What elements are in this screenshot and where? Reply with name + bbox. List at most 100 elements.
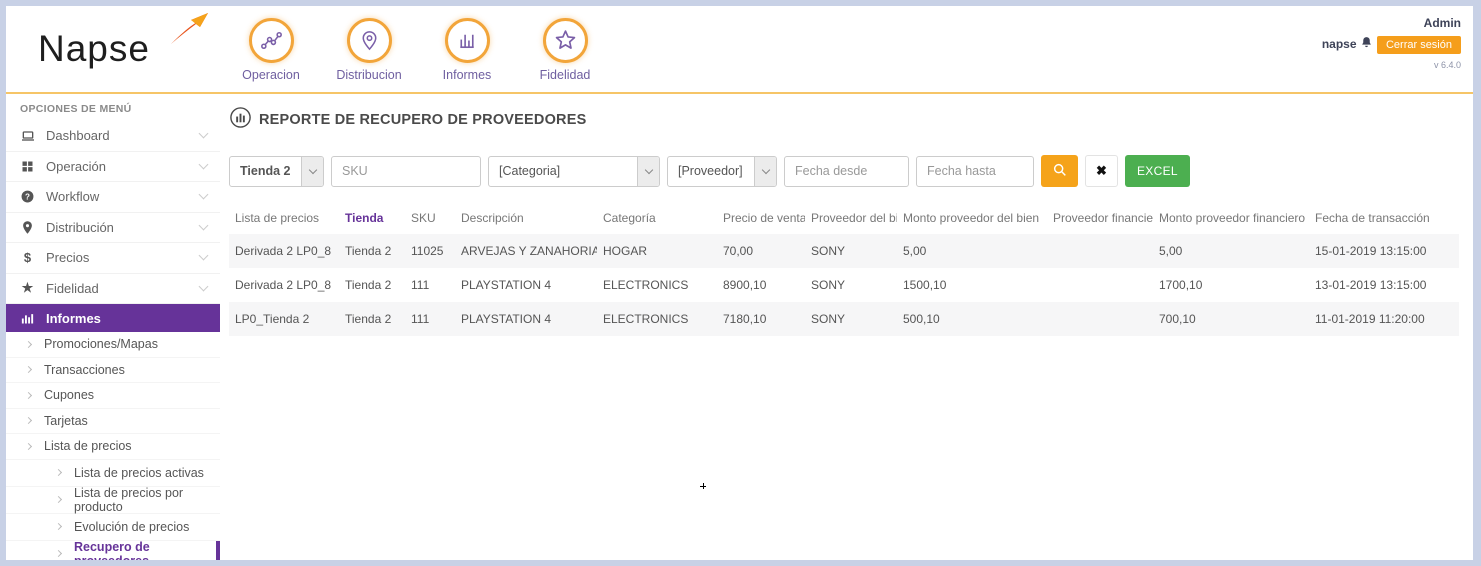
grid-icon	[19, 159, 36, 174]
chevron-down-icon	[198, 128, 209, 139]
sidebar-subitem-lista-de-precios-por-producto[interactable]: Lista de precios por producto	[6, 486, 220, 514]
sidebar-item-label: Informes	[46, 310, 101, 326]
col-proveedor-financiero[interactable]: Proveedor financiero	[1047, 204, 1153, 234]
logo-text: Napse	[38, 28, 150, 69]
location-pin-icon	[19, 220, 36, 235]
chevron-down-icon	[198, 220, 209, 231]
page-title: REPORTE DE RECUPERO DE PROVEEDORES	[259, 112, 587, 128]
category-select[interactable]: [Categoria]	[488, 155, 660, 187]
sku-input[interactable]	[331, 155, 481, 187]
search-button[interactable]	[1041, 155, 1078, 187]
store-select[interactable]: Tienda 2	[229, 155, 324, 187]
col-proveedor-del-bien[interactable]: Proveedor del bien	[805, 204, 897, 234]
excel-export-button[interactable]: EXCEL	[1125, 155, 1190, 187]
chevron-down-icon	[198, 189, 209, 200]
chevron-right-icon	[24, 417, 33, 425]
chevron-right-icon	[54, 522, 63, 531]
sidebar-item-fidelidad[interactable]: ★ Fidelidad	[6, 274, 220, 304]
col-categoria[interactable]: Categoría	[597, 204, 717, 234]
date-to-input[interactable]	[916, 155, 1034, 187]
chevron-right-icon	[24, 340, 33, 348]
chevron-right-icon	[24, 442, 33, 450]
col-monto-proveedor-financiero[interactable]: Monto proveedor financiero	[1153, 204, 1309, 234]
sidebar-item-label: Precios	[46, 250, 90, 266]
chevron-right-icon	[54, 468, 63, 477]
star-icon: ★	[21, 280, 34, 296]
app-window: Napse Operacion Distribucion Informes Fi…	[0, 0, 1481, 566]
nav-label: Fidelidad	[539, 68, 591, 82]
sidebar-item-operacion[interactable]: Operación	[6, 152, 220, 182]
laptop-icon	[19, 128, 36, 144]
logo-spark-icon	[169, 12, 209, 51]
nav-item-informes[interactable]: Informes	[425, 18, 509, 82]
bar-chart-icon	[444, 18, 490, 63]
col-lista-de-precios[interactable]: Lista de precios	[229, 204, 339, 234]
user-area: Admin napse Cerrar sesión v 6.4.0	[1322, 6, 1473, 70]
sidebar-subitem-lista-de-precios[interactable]: Lista de precios	[6, 434, 220, 460]
nav-item-fidelidad[interactable]: Fidelidad	[523, 18, 607, 82]
location-pin-icon	[346, 18, 392, 63]
col-descripcion[interactable]: Descripción	[455, 204, 597, 234]
nav-label: Informes	[442, 68, 492, 82]
line-chart-icon	[248, 18, 294, 63]
sidebar-item-label: Operación	[46, 158, 106, 174]
sidebar-item-label: Dashboard	[46, 128, 110, 144]
sidebar-subitem-transacciones[interactable]: Transacciones	[6, 358, 220, 383]
sidebar-subitem-cupones[interactable]: Cupones	[6, 383, 220, 409]
magnifier-icon	[1052, 162, 1068, 181]
primary-nav: Operacion Distribucion Informes Fidelida…	[229, 18, 607, 82]
svg-text:?: ?	[25, 193, 30, 202]
clear-filters-button[interactable]: ✖	[1085, 155, 1118, 187]
sidebar-item-informes[interactable]: Informes	[6, 304, 220, 332]
chevron-down-icon	[754, 156, 776, 186]
col-precio-de-venta[interactable]: Precio de venta	[717, 204, 805, 234]
col-monto-proveedor-del-bien[interactable]: Monto proveedor del bien	[897, 204, 1047, 234]
nav-label: Distribucion	[336, 68, 402, 82]
chevron-down-icon	[198, 281, 209, 292]
sidebar-item-label: Fidelidad	[46, 280, 99, 296]
provider-select[interactable]: [Proveedor]	[667, 155, 777, 187]
sidebar-item-distribucion[interactable]: Distribución	[6, 213, 220, 243]
user-role: Admin	[1423, 16, 1461, 30]
logout-button[interactable]: Cerrar sesión	[1376, 36, 1461, 54]
mouse-cursor-artifact	[700, 483, 706, 489]
nav-item-operacion[interactable]: Operacion	[229, 18, 313, 82]
sidebar-subitem-lista-de-precios-activas[interactable]: Lista de precios activas	[6, 460, 220, 487]
table-header-row: Lista de precios Tienda SKU Descripción …	[229, 204, 1459, 234]
dollar-icon: $	[23, 250, 32, 266]
filters-bar: Tienda 2 [Categoria] [Proveedor]	[229, 155, 1459, 187]
sidebar-subitem-promociones-mapas[interactable]: Promociones/Mapas	[6, 332, 220, 358]
col-fecha-de-transaccion[interactable]: Fecha de transacción	[1309, 204, 1459, 234]
chevron-right-icon	[24, 366, 33, 374]
date-from-input[interactable]	[784, 155, 909, 187]
user-name: napse	[1322, 36, 1373, 53]
sidebar-item-precios[interactable]: $ Precios	[6, 243, 220, 274]
sidebar-subitem-evolucion-de-precios[interactable]: Evolución de precios	[6, 514, 220, 541]
star-icon	[542, 18, 588, 63]
app-version: v 6.4.0	[1433, 60, 1461, 70]
col-sku[interactable]: SKU	[405, 204, 455, 234]
sidebar-item-label: Workflow	[46, 189, 100, 205]
nav-item-distribucion[interactable]: Distribucion	[327, 18, 411, 82]
sidebar-item-workflow[interactable]: ? Workflow	[6, 182, 220, 213]
chevron-down-icon	[301, 156, 323, 186]
chevron-down-icon	[198, 250, 209, 261]
close-icon: ✖	[1096, 163, 1107, 178]
main-content: REPORTE DE RECUPERO DE PROVEEDORES Tiend…	[220, 94, 1473, 560]
sidebar: OPCIONES DE MENÚ Dashboard Operación ? W…	[6, 94, 220, 560]
bar-chart-icon	[19, 311, 36, 326]
chevron-right-icon	[54, 495, 63, 504]
table-row: Derivada 2 LP0_8 Tienda 2 111 PLAYSTATIO…	[235, 278, 1427, 292]
bell-icon[interactable]	[1360, 36, 1373, 53]
sidebar-subitem-tarjetas[interactable]: Tarjetas	[6, 409, 220, 434]
sidebar-header: OPCIONES DE MENÚ	[20, 103, 132, 115]
top-header: Napse Operacion Distribucion Informes Fi…	[6, 6, 1473, 94]
nav-label: Operacion	[242, 68, 300, 82]
question-circle-icon: ?	[19, 189, 36, 204]
napse-logo[interactable]: Napse	[38, 13, 223, 70]
col-tienda-sorted[interactable]: Tienda	[339, 204, 405, 234]
sidebar-subitem-recupero-de-proveedores[interactable]: Recupero de proveedores	[6, 540, 220, 560]
sidebar-item-dashboard[interactable]: Dashboard	[6, 121, 220, 152]
chevron-down-icon	[198, 159, 209, 170]
table-row: LP0_Tienda 2 Tienda 2 111 PLAYSTATION 4 …	[229, 302, 1459, 336]
